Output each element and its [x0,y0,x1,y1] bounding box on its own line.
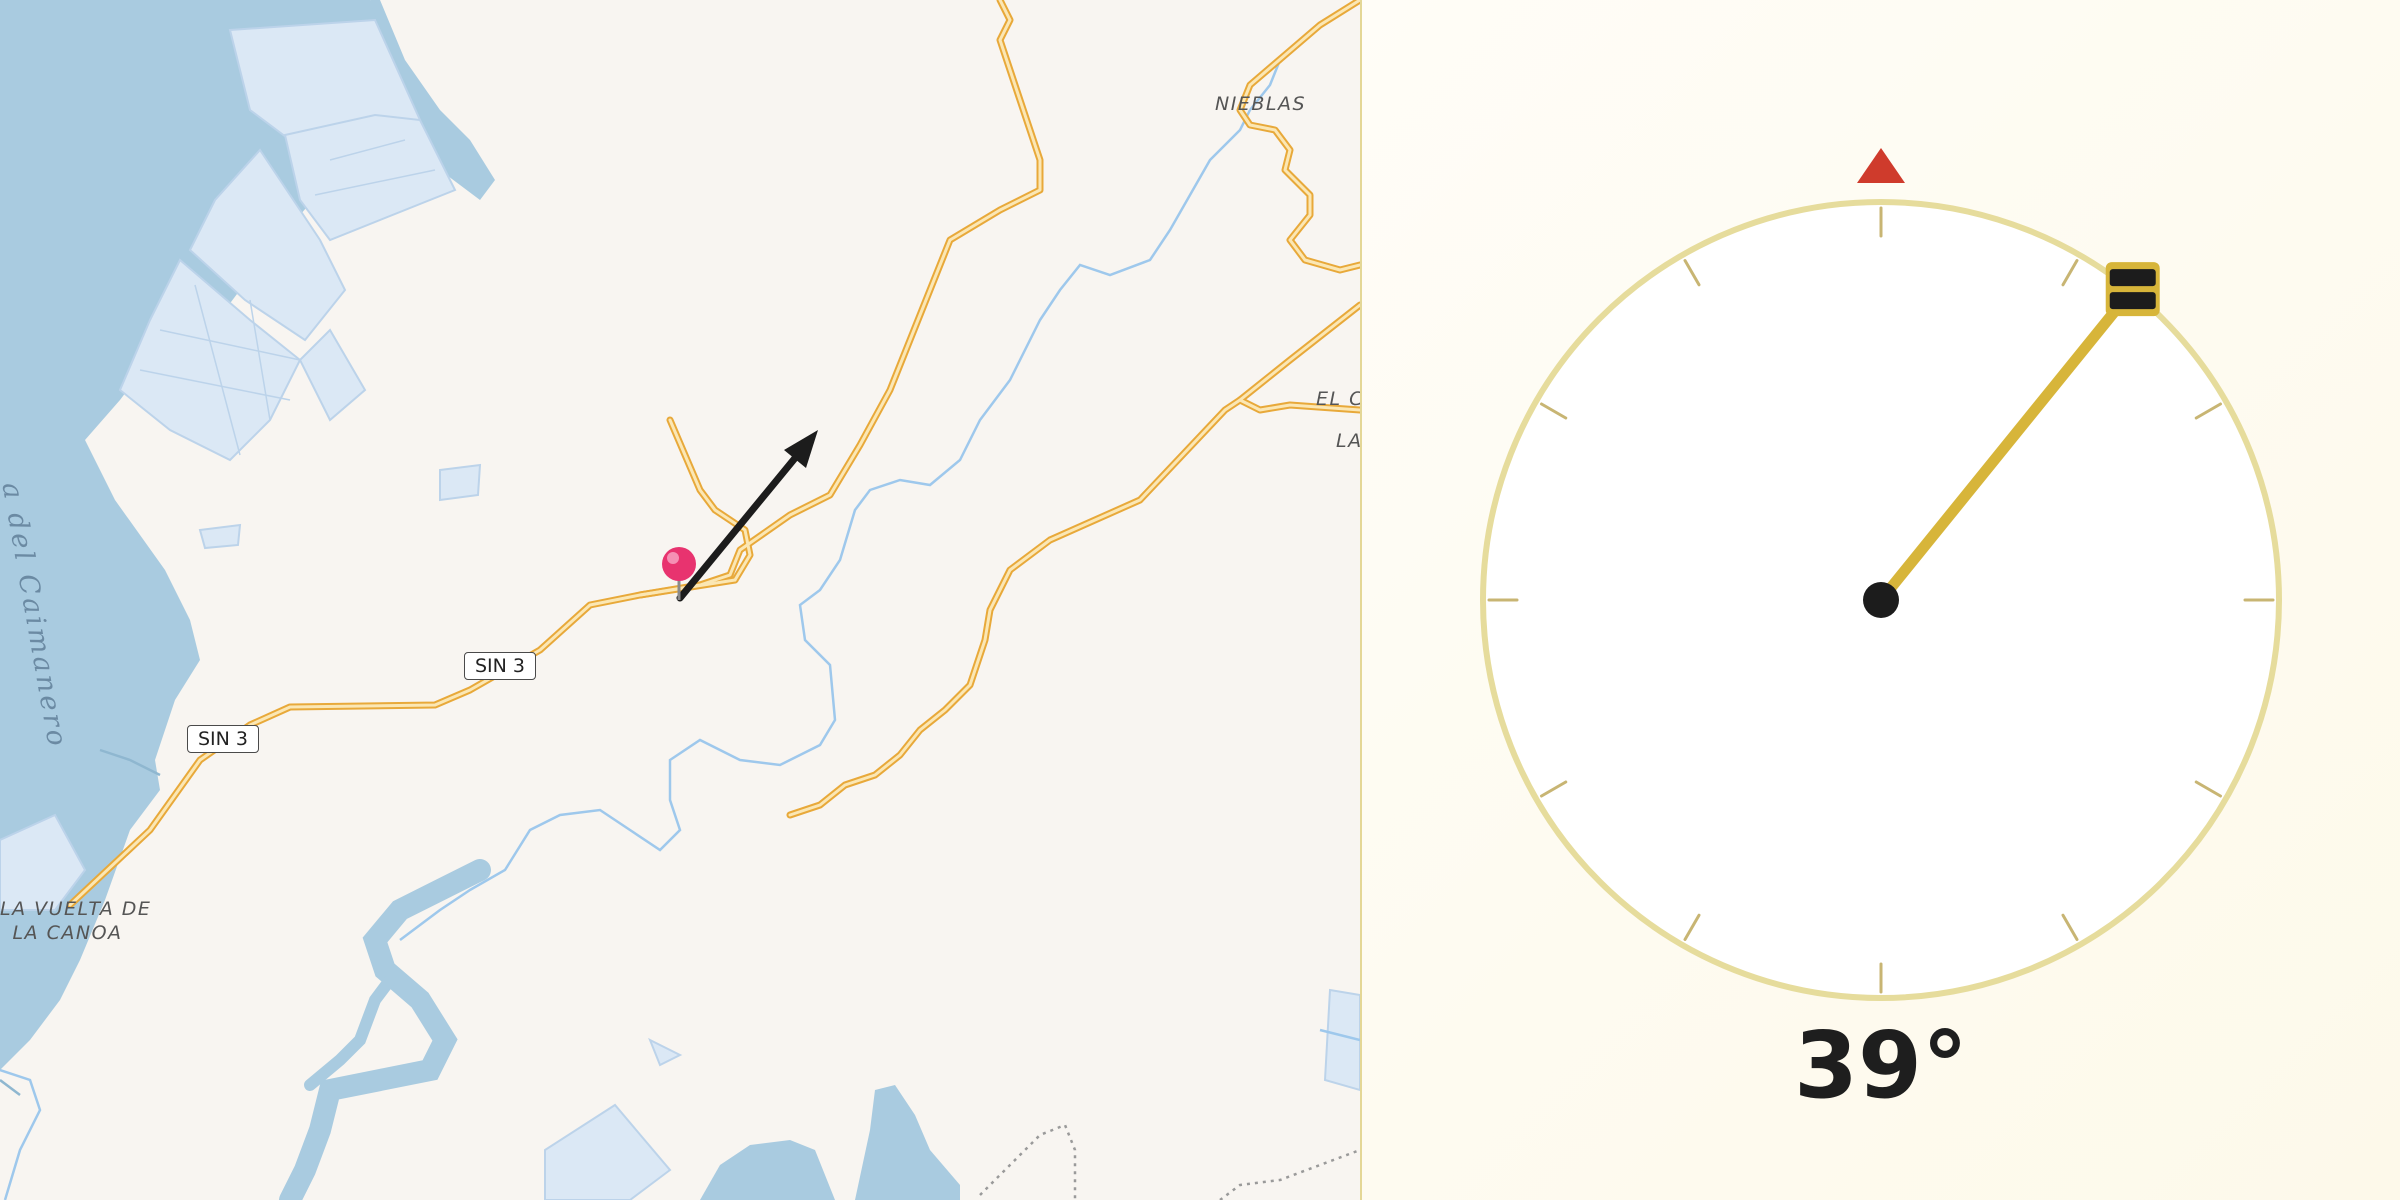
heading-readout: 39° [1793,1012,1969,1119]
place-label-la: LA [1336,430,1360,452]
place-label-la-vuelta-line1: LA VUELTA DE [0,898,152,920]
road-shield-sin3-b: SIN 3 [187,725,260,753]
place-label-nieblas: NIEBLAS [1215,93,1306,115]
needle-handle[interactable] [2105,262,2160,317]
needle-hub [1863,582,1899,618]
road-shield-sin3-a: SIN 3 [464,652,537,680]
compass-panel: 39° [1362,0,2400,1200]
north-marker-icon [1857,148,1905,183]
map-canvas[interactable] [0,0,1360,1200]
map-view[interactable]: SIN 3 SIN 3 NIEBLAS EL C LA LA VUELTA DE… [0,0,1360,1200]
place-label-la-vuelta-line2: LA CANOA [12,922,123,944]
place-label-el-c: EL C [1316,388,1360,410]
